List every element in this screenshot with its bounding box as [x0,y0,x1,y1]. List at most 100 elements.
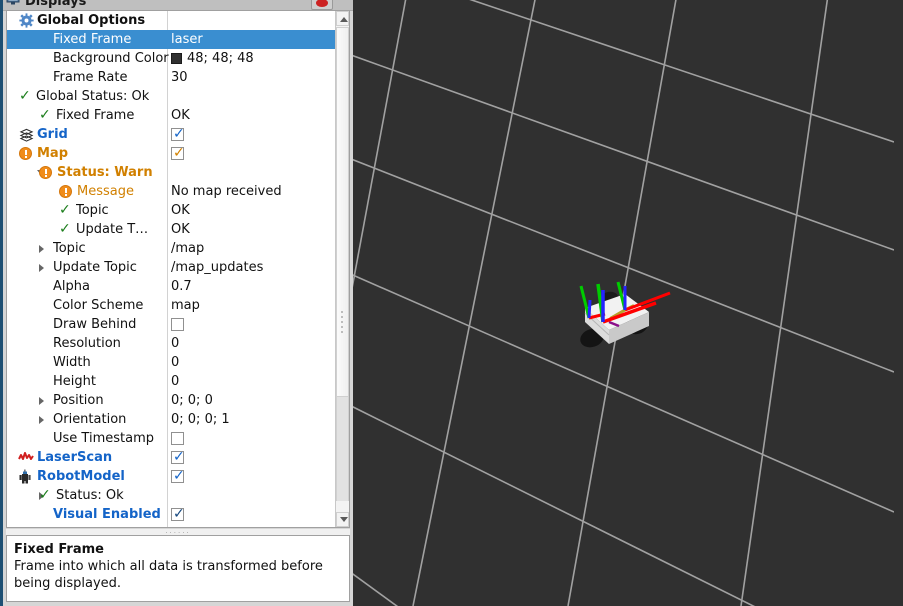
tree-row-fixed-frame[interactable]: Fixed Frame laser [7,30,336,49]
enable-checkbox[interactable] [171,318,184,331]
tree-row-map-topic-status[interactable]: ✓ Topic OK [7,201,336,220]
tree-row-map-update-status[interactable]: ✓ Update T… OK [7,220,336,239]
tree-row-value[interactable]: /map [171,239,204,258]
rviz-window: Displays Global Options Fixed Frame laser B… [0,0,903,606]
displays-panel-title: Displays [25,0,87,9]
tree-row-map-color-scheme[interactable]: Color Scheme map [7,296,336,315]
tree-row-map-height[interactable]: Height 0 [7,372,336,391]
tree-row-label: Topic [53,241,86,256]
tree-row-value[interactable]: OK [171,220,190,239]
checkmark-icon: ✓ [173,468,185,484]
tree-row-value[interactable]: 0 [171,372,179,391]
tree-row-map-position[interactable]: Position 0; 0; 0 [7,391,336,410]
tree-row-label: Background Color [53,51,169,66]
tree-row-robotmodel-status[interactable]: ✓ Status: Ok [7,486,336,505]
tree-row-value[interactable]: 0; 0; 0; 1 [171,410,230,429]
tree-row-robotmodel-visual[interactable]: Visual Enabled ✓ [7,505,336,524]
displays-dock: Displays Global Options Fixed Frame laser B… [0,0,353,606]
tree-row-label: Frame Rate [53,70,128,85]
tree-row-label: Color Scheme [53,298,144,313]
tree-row-label: Fixed Frame [53,32,132,47]
expander-closed-icon[interactable] [37,391,47,410]
displays-tree-panel: Global Options Fixed Frame laser Background… [6,10,350,528]
scroll-down-button[interactable] [336,512,349,527]
expander-closed-icon[interactable] [37,258,47,277]
tree-row-robotmodel[interactable]: RobotModel ✓ [7,467,336,486]
tree-row-value[interactable]: 0 [171,353,179,372]
tree-row-label: Draw Behind [53,317,137,332]
tree-row-value[interactable]: map [171,296,200,315]
tree-row-value[interactable]: 0; 0; 0 [171,391,213,410]
status-ok-check-icon: ✓ [39,107,51,123]
tree-row-label: Orientation [53,412,127,427]
enable-checkbox[interactable]: ✓ [171,506,185,522]
tree-row-value[interactable]: 30 [171,68,188,87]
checkmark-icon: ✓ [173,145,185,161]
color-swatch[interactable] [171,53,182,64]
tree-row-label: LaserScan [37,450,113,465]
tree-row-map[interactable]: Map ✓ [7,144,336,163]
scrollbar-thumb[interactable] [336,27,349,397]
tree-row-label: Global Status: Ok [36,89,150,104]
tree-row-label: Resolution [53,336,121,351]
laserscan-icon [18,450,34,465]
displays-tree[interactable]: Global Options Fixed Frame laser Background… [7,11,336,527]
tree-row-frame-rate[interactable]: Frame Rate 30 [7,68,336,87]
expander-closed-icon[interactable] [37,239,47,258]
chevron-up-icon [340,17,348,22]
status-ok-check-icon: ✓ [39,487,51,503]
tree-row-map-update-topic[interactable]: Update Topic/map_updates [7,258,336,277]
expander-closed-icon[interactable] [37,410,47,429]
tree-row-label: Status: Ok [56,488,124,503]
tree-row-map-orientation[interactable]: Orientation 0; 0; 0; 1 [7,410,336,429]
tree-row-map-use-timestamp[interactable]: Use Timestamp [7,429,336,448]
tree-row-map-topic[interactable]: Topic/map [7,239,336,258]
scrollbar-track-lower[interactable] [336,397,349,501]
tree-row-value[interactable]: 0 [171,334,179,353]
3d-render-viewport[interactable] [353,0,903,606]
status-ok-check-icon: ✓ [59,202,71,218]
status-ok-check-icon: ✓ [59,221,71,237]
tree-row-map-draw-behind[interactable]: Draw Behind [7,315,336,334]
close-panel-button[interactable] [311,0,333,10]
status-ok-check-icon: ✓ [19,88,31,104]
tree-row-map-message[interactable]: Message No map received [7,182,336,201]
tree-row-background-color[interactable]: Background Color 48; 48; 48 [7,49,336,68]
tree-row-value[interactable]: OK [171,106,190,125]
enable-checkbox[interactable]: ✓ [171,468,185,484]
grid-icon [19,127,34,142]
tree-row-label: Topic [76,203,109,218]
tree-row-global-options[interactable]: Global Options [7,11,336,30]
tree-row-label: Message [77,184,134,199]
enable-checkbox[interactable]: ✓ [171,449,185,465]
checkmark-icon: ✓ [173,449,185,465]
tree-row-value[interactable]: laser [171,30,203,49]
tree-row-value[interactable]: 0.7 [171,277,192,296]
tree-row-map-status[interactable]: Status: Warn [7,163,336,182]
enable-checkbox[interactable] [171,432,184,445]
scroll-up-button[interactable] [336,11,349,26]
tree-vertical-scrollbar[interactable] [335,11,349,527]
tree-row-label: Height [53,374,96,389]
tree-row-grid[interactable]: Grid ✓ [7,125,336,144]
tree-row-label: Update T… [76,222,149,237]
tree-row-value[interactable]: OK [171,201,190,220]
tree-row-status-fixed-frame[interactable]: ✓ Fixed Frame OK [7,106,336,125]
tree-row-label: RobotModel [37,469,125,484]
tree-row-map-resolution[interactable]: Resolution 0 [7,334,336,353]
tree-row-laserscan[interactable]: LaserScan ✓ [7,448,336,467]
tree-row-label: Update Topic [53,260,137,275]
robot-icon [18,469,33,484]
tree-row-map-alpha[interactable]: Alpha 0.7 [7,277,336,296]
status-warn-icon [19,147,32,160]
tree-row-value[interactable]: /map_updates [171,258,263,277]
tree-row-global-status[interactable]: ✓ Global Status: Ok [7,87,336,106]
close-icon [316,0,328,7]
tree-row-map-width[interactable]: Width 0 [7,353,336,372]
axis-z-blue [587,299,592,319]
tree-row-value[interactable]: No map received [171,182,282,201]
enable-checkbox[interactable]: ✓ [171,126,185,142]
help-description: Frame into which all data is transformed… [14,559,323,591]
enable-checkbox[interactable]: ✓ [171,145,185,161]
tree-row-value[interactable]: 48; 48; 48 [187,49,254,68]
